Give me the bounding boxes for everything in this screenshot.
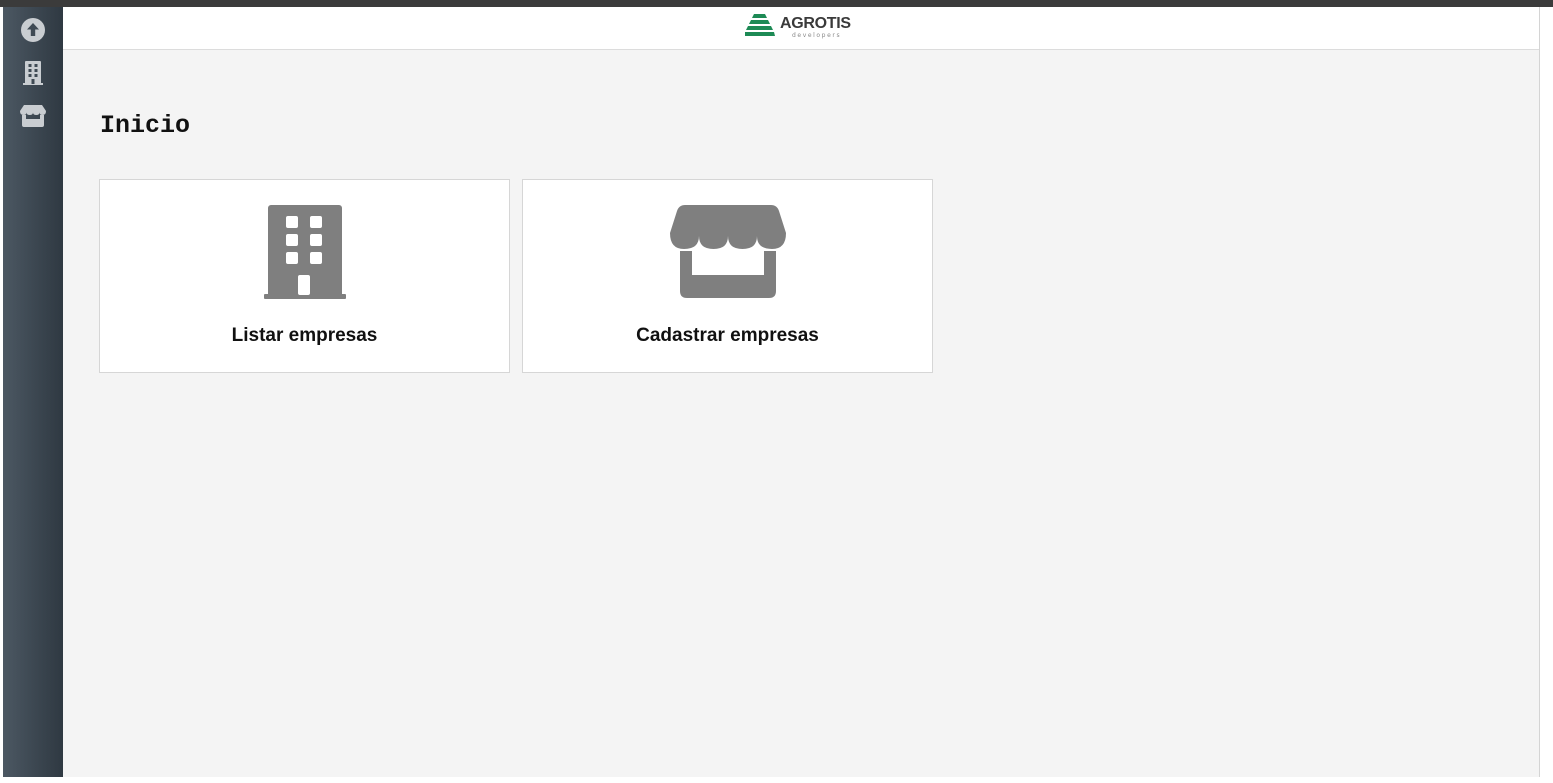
main-content: AGROTIS developers Inicio Listar empresa… [63, 7, 1540, 777]
sidebar [3, 7, 63, 777]
card-list-companies[interactable]: Listar empresas [99, 179, 510, 373]
logo-tagline: developers [792, 31, 842, 39]
store-icon [19, 103, 47, 129]
page-title: Inicio [100, 111, 191, 140]
agrotis-logo[interactable]: AGROTIS developers [745, 12, 851, 42]
app-shell: AGROTIS developers Inicio Listar empresa… [3, 7, 1540, 777]
agrotis-logo-mark-icon [745, 13, 775, 42]
card-register-companies[interactable]: Cadastrar empresas [522, 179, 933, 373]
building-icon [262, 203, 348, 306]
logo-name: AGROTIS [780, 14, 851, 32]
arrow-up-circle-icon [20, 17, 46, 43]
header: AGROTIS developers [63, 7, 1539, 50]
store-icon [669, 203, 787, 306]
card-label: Cadastrar empresas [636, 325, 819, 346]
window-top-bar [0, 0, 1553, 7]
card-label: Listar empresas [231, 325, 378, 346]
sidebar-item-list-companies[interactable] [18, 58, 48, 88]
sidebar-item-upload[interactable] [18, 15, 48, 45]
building-icon [22, 60, 44, 86]
sidebar-item-register-companies[interactable] [18, 101, 48, 131]
